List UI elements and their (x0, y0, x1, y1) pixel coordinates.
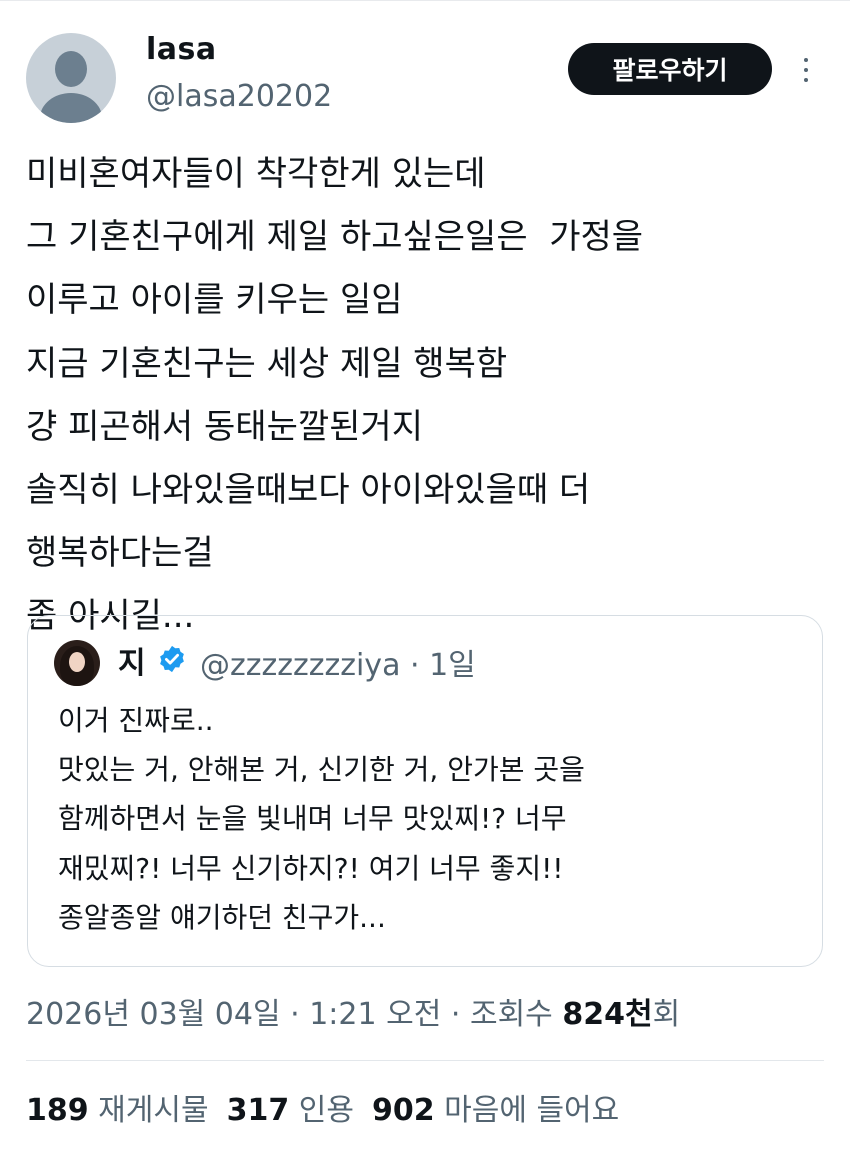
reposts-count: 189 (26, 1093, 89, 1128)
quoted-tweet-meta: @zzzzzzzziya · 1일 (200, 640, 476, 684)
reposts-label: 재게시물 (98, 1093, 209, 1128)
avatar-head-shape (55, 51, 87, 87)
tweet-line: 솔직히 나와있을때보다 아이와있을때 더 (26, 469, 591, 510)
follow-button[interactable]: 팔로우하기 (568, 43, 772, 95)
quoted-tweet-line: 맛있는 거, 안해본 거, 신기한 거, 안가본 곳을 (58, 753, 585, 787)
tweet-line: 지금 기혼친구는 세상 제일 행복함 (26, 343, 508, 384)
meta-separator: · (290, 997, 300, 1032)
author-display-name[interactable]: lasa (146, 32, 217, 67)
likes-count: 902 (371, 1093, 435, 1128)
author-avatar[interactable] (26, 33, 116, 123)
quoted-author-avatar[interactable] (54, 640, 100, 686)
verified-badge-icon (160, 645, 184, 673)
likes-stat[interactable]: 902 마음에 들어요 (372, 1093, 619, 1128)
quoted-tweet-line: 이거 진짜로.. (58, 704, 214, 737)
tweet-line: 걍 피곤해서 동태눈깔된거지 (26, 406, 423, 447)
views-suffix: 회 (652, 997, 681, 1032)
quotes-stat[interactable]: 317 인용 (227, 1093, 354, 1128)
meta-separator: · (450, 997, 461, 1032)
tweet-line: 행복하다는걸 (26, 533, 214, 574)
tweet-line: 이루고 아이를 키우는 일임 (26, 280, 403, 321)
stats-divider (26, 1060, 824, 1061)
more-vertical-icon[interactable] (796, 54, 816, 86)
avatar-face-shape (69, 652, 85, 672)
top-divider (0, 0, 850, 1)
views-count: 824천 (562, 997, 653, 1032)
likes-label: 마음에 들어요 (444, 1093, 620, 1128)
engagement-stats: 189 재게시물 317 인용 902 마음에 들어요 (26, 1086, 637, 1136)
quoted-tweet-time[interactable]: 1일 (429, 648, 476, 683)
quoted-tweet-card[interactable]: 지 @zzzzzzzziya · 1일 이거 진짜로.. 맛있는 거, 안해본 … (27, 615, 823, 967)
tweet-line: 그 기혼친구에게 제일 하고싶은일은 가정을 (26, 217, 644, 258)
avatar-body-shape (40, 93, 102, 123)
meta-separator: · (410, 648, 420, 683)
tweet-time[interactable]: 1:21 오전 (309, 997, 441, 1032)
tweet-text: 미비혼여자들이 착각한게 있는데 그 기혼친구에게 제일 하고싶은일은 가정을 … (26, 143, 826, 649)
views-label: 조회수 (469, 997, 553, 1032)
reposts-stat[interactable]: 189 재게시물 (26, 1093, 209, 1128)
tweet-line: 미비혼여자들이 착각한게 있는데 (26, 154, 486, 194)
tweet-timestamp: 2026년 03월 04일 · 1:21 오전 · 조회수 824천회 (26, 987, 680, 1043)
quoted-tweet-line: 종알종알 얘기하던 친구가... (58, 900, 386, 934)
quoted-tweet-line: 함께하면서 눈을 빛내며 너무 맛있찌!? 너무 (58, 802, 567, 836)
quoted-author-name[interactable]: 지 (118, 638, 146, 682)
quoted-tweet-text: 이거 진짜로.. 맛있는 거, 안해본 거, 신기한 거, 안가본 곳을 함께하… (58, 696, 818, 942)
author-handle[interactable]: @lasa20202 (146, 79, 332, 114)
quoted-author-handle[interactable]: @zzzzzzzziya (200, 648, 400, 683)
quotes-label: 인용 (298, 1093, 354, 1128)
quoted-tweet-line: 재밌찌?! 너무 신기하지?! 여기 너무 좋지!! (58, 851, 564, 885)
quotes-count: 317 (226, 1093, 290, 1128)
tweet-date[interactable]: 2026년 03월 04일 (26, 997, 281, 1032)
